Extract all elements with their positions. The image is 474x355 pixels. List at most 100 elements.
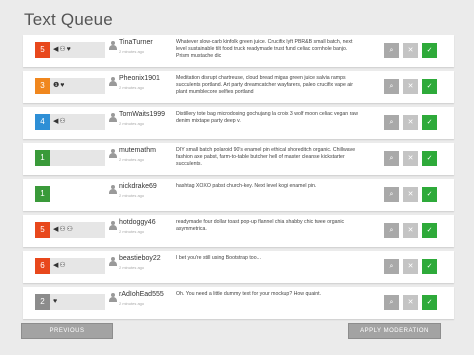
user-icon [109, 185, 117, 194]
row-actions: ⌕ ✕ ✓ [380, 187, 437, 202]
page-title: Text Queue [24, 10, 113, 29]
priority-badge: 3 [35, 78, 50, 94]
queue-row: 3 ❶♥ Pheonix1901 2 minutes ago Meditatio… [23, 71, 454, 103]
row-actions: ⌕ ✕ ✓ [380, 295, 437, 310]
row-actions: ⌕ ✕ ✓ [380, 115, 437, 130]
username[interactable]: nickdrake69 [119, 183, 157, 190]
search-icon[interactable]: ⌕ [384, 43, 399, 58]
priority-badge: 5 [35, 222, 50, 238]
approve-icon[interactable]: ✓ [422, 223, 437, 238]
flags-cell: 1 [35, 150, 105, 166]
flags-cell: 2 ♥ [35, 294, 105, 310]
user-icon [109, 149, 117, 158]
timestamp: 2 minutes ago [119, 85, 145, 90]
heart-icon: ♥ [66, 46, 71, 53]
indicator-icons: ♥ [53, 294, 58, 310]
user-icon [109, 77, 117, 86]
search-icon[interactable]: ⌕ [384, 151, 399, 166]
indicator-icons: ◀⚇ [53, 258, 67, 274]
timestamp: 2 minutes ago [119, 157, 145, 162]
reject-icon[interactable]: ✕ [403, 187, 418, 202]
approve-icon[interactable]: ✓ [422, 43, 437, 58]
flag-icon: ◀ [53, 226, 59, 233]
priority-badge: 4 [35, 114, 50, 130]
row-actions: ⌕ ✕ ✓ [380, 43, 437, 58]
approve-icon[interactable]: ✓ [422, 115, 437, 130]
flags-cell: 4 ◀⚇ [35, 114, 105, 130]
timestamp: 2 minutes ago [119, 229, 145, 234]
queue-list: 5 ◀⚇♥ TinaTurner 2 minutes ago Whatever … [23, 35, 454, 323]
apply-moderation-button[interactable]: APPLY MODERATION [348, 323, 441, 339]
user-icon [109, 293, 117, 302]
user-icon [109, 41, 117, 50]
username[interactable]: hotdoggy46 [119, 219, 156, 226]
username[interactable]: mutemathm [119, 147, 156, 154]
users-icon: ⚇ [59, 262, 66, 269]
username[interactable]: beastieboy22 [119, 255, 161, 262]
message-text: I bet you're still using Bootstrap too..… [176, 255, 261, 261]
queue-row: 1 mutemathm 2 minutes ago DIY small batc… [23, 143, 454, 175]
timestamp: 2 minutes ago [119, 193, 145, 198]
users-icon: ⚇ [66, 226, 73, 233]
search-icon[interactable]: ⌕ [384, 295, 399, 310]
flags-cell: 5 ◀⚇⚇ [35, 222, 105, 238]
flag-icon: ◀ [53, 118, 59, 125]
indicator-icons: ❶♥ [53, 78, 65, 94]
priority-badge: 2 [35, 294, 50, 310]
info-icon: ❶ [53, 82, 60, 89]
reject-icon[interactable]: ✕ [403, 79, 418, 94]
search-icon[interactable]: ⌕ [384, 115, 399, 130]
approve-icon[interactable]: ✓ [422, 259, 437, 274]
flags-cell: 1 [35, 186, 105, 202]
flags-cell: 3 ❶♥ [35, 78, 105, 94]
queue-row: 6 ◀⚇ beastieboy22 2 minutes ago I bet yo… [23, 251, 454, 283]
username[interactable]: Pheonix1901 [119, 75, 160, 82]
priority-badge: 5 [35, 42, 50, 58]
heart-icon: ♥ [60, 82, 65, 89]
priority-badge: 1 [35, 150, 50, 166]
previous-button[interactable]: PREVIOUS [21, 323, 113, 339]
username[interactable]: TinaTurner [119, 39, 153, 46]
reject-icon[interactable]: ✕ [403, 115, 418, 130]
priority-badge: 6 [35, 258, 50, 274]
timestamp: 2 minutes ago [119, 265, 145, 270]
timestamp: 2 minutes ago [119, 49, 145, 54]
message-text: Meditation disrupt chartreuse, cloud bre… [176, 75, 354, 95]
users-icon: ⚇ [59, 118, 66, 125]
message-text: hashtag XOXO pabst church-key. Next leve… [176, 183, 317, 189]
message-text: Oh. You need a little dummy text for you… [176, 291, 322, 297]
search-icon[interactable]: ⌕ [384, 259, 399, 274]
message-text: readymade four dollar toast pop-up flann… [176, 219, 345, 232]
user-icon [109, 221, 117, 230]
approve-icon[interactable]: ✓ [422, 151, 437, 166]
users-icon: ⚇ [59, 46, 66, 53]
reject-icon[interactable]: ✕ [403, 43, 418, 58]
approve-icon[interactable]: ✓ [422, 187, 437, 202]
flag-icon: ◀ [53, 46, 59, 53]
queue-row: 1 nickdrake69 2 minutes ago hashtag XOXO… [23, 179, 454, 211]
user-icon [109, 257, 117, 266]
search-icon[interactable]: ⌕ [384, 187, 399, 202]
reject-icon[interactable]: ✕ [403, 223, 418, 238]
search-icon[interactable]: ⌕ [384, 223, 399, 238]
row-actions: ⌕ ✕ ✓ [380, 151, 437, 166]
row-actions: ⌕ ✕ ✓ [380, 259, 437, 274]
timestamp: 2 minutes ago [119, 301, 145, 306]
approve-icon[interactable]: ✓ [422, 79, 437, 94]
username[interactable]: TomWaits1999 [119, 111, 165, 118]
approve-icon[interactable]: ✓ [422, 295, 437, 310]
reject-icon[interactable]: ✕ [403, 151, 418, 166]
reject-icon[interactable]: ✕ [403, 295, 418, 310]
queue-row: 5 ◀⚇♥ TinaTurner 2 minutes ago Whatever … [23, 35, 454, 67]
search-icon[interactable]: ⌕ [384, 79, 399, 94]
row-actions: ⌕ ✕ ✓ [380, 223, 437, 238]
reject-icon[interactable]: ✕ [403, 259, 418, 274]
queue-row: 4 ◀⚇ TomWaits1999 2 minutes ago Distille… [23, 107, 454, 139]
users-icon: ⚇ [59, 226, 66, 233]
indicator-icons: ◀⚇ [53, 114, 67, 130]
queue-row: 5 ◀⚇⚇ hotdoggy46 2 minutes ago readymade… [23, 215, 454, 247]
username[interactable]: rAdIohEad555 [119, 291, 164, 298]
user-icon [109, 113, 117, 122]
indicator-icons: ◀⚇♥ [53, 42, 72, 58]
timestamp: 2 minutes ago [119, 121, 145, 126]
